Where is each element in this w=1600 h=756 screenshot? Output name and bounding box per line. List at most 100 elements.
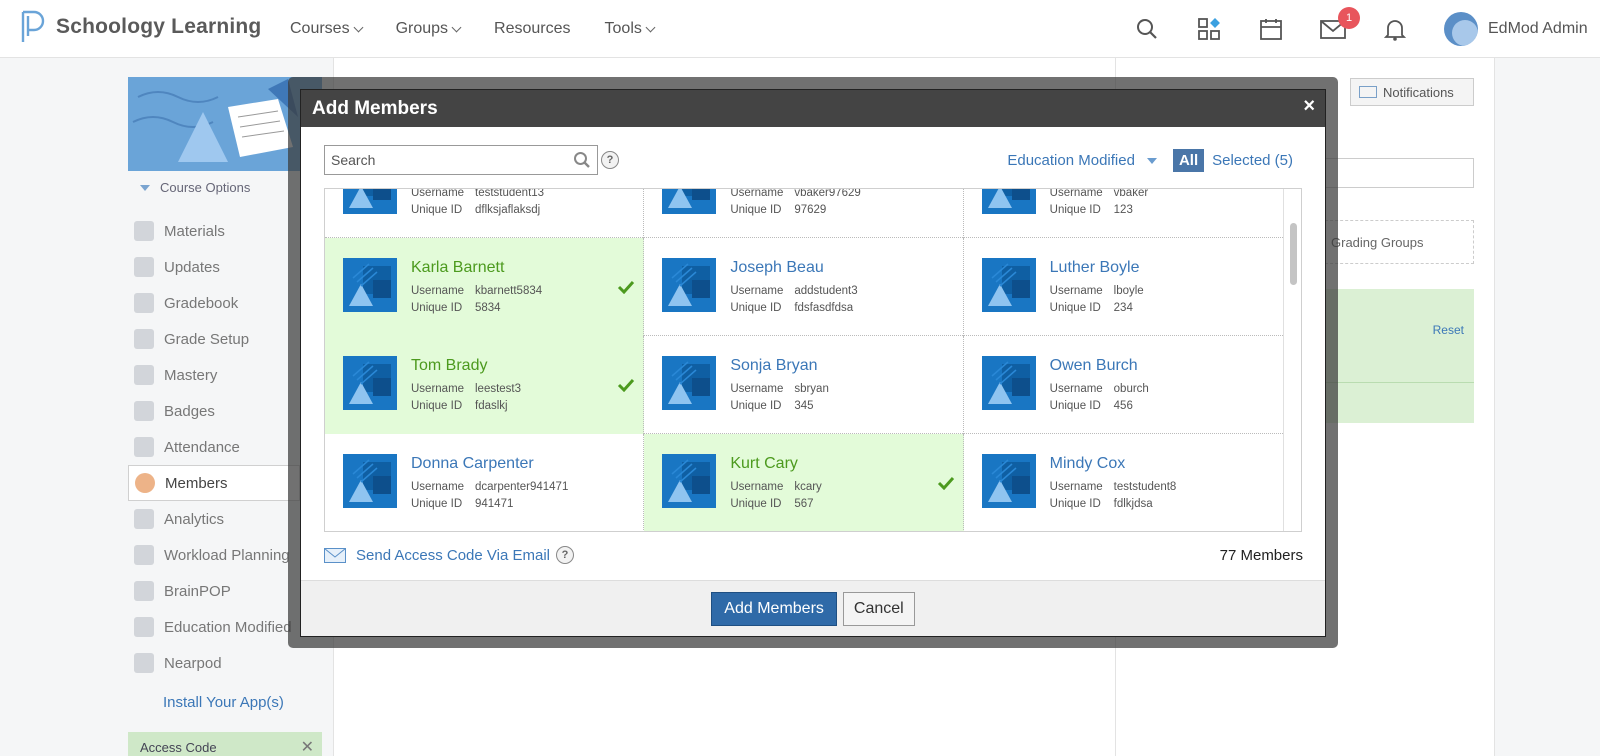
uniqueid-label: Unique ID [730,204,782,216]
course-options-toggle[interactable]: Course Options [140,180,250,195]
calendar-icon[interactable] [1258,16,1284,42]
attendance-icon [134,437,154,457]
sidebar-item-label: Workload Planning [164,546,290,564]
help-icon[interactable]: ? [601,151,619,169]
search-input[interactable]: Search [324,145,598,175]
nearpod-icon [134,653,154,673]
uniqueid-value: fdlkjdsa [1113,498,1153,510]
member-avatar [662,454,717,508]
member-unique-id: Unique ID 456 [1050,400,1133,412]
member-card[interactable]: Sonja Bryan Username sbryan Unique ID 345 [644,336,964,434]
sidebar-item-label: Nearpod [164,654,222,672]
member-card[interactable]: Karla Barnett Username kbarnett5834 Unique … [325,238,645,336]
schoology-logo-icon [20,10,48,44]
divider [1320,382,1474,383]
top-navigation: Schoology Learning Courses Groups Resour… [0,0,1600,58]
member-count: 77 Members [1219,547,1303,564]
nav-courses[interactable]: Courses [290,20,364,38]
member-username: Username sbryan [730,383,829,395]
member-username: Username kbarnett5834 [411,285,542,297]
grading-groups-box[interactable]: Grading Groups [1320,220,1474,264]
search-icon[interactable] [1134,16,1160,42]
sidebar-item-label: Materials [164,222,225,240]
uniqueid-value: 234 [1113,302,1133,314]
search-icon[interactable] [573,151,591,172]
username-label: Username [1049,188,1103,199]
reset-link[interactable]: Reset [1433,323,1464,337]
close-icon[interactable]: ✕ [301,737,314,756]
add-members-button[interactable]: Add Members [711,591,837,626]
scroll-thumb[interactable] [1290,223,1297,285]
member-card[interactable]: Kurt Cary Username kcary Unique ID 567 [644,434,964,531]
checkmark-icon [937,476,955,495]
member-unique-id: Unique ID 5834 [411,302,501,314]
nav-groups[interactable]: Groups [396,20,462,38]
nav-tools[interactable]: Tools [605,20,656,38]
member-avatar [981,258,1036,312]
member-card[interactable]: Joseph Beau Username addstudent3 Unique ID f… [644,238,964,336]
filter-all-tab[interactable]: All [1172,149,1205,172]
member-username: Username teststudent13 [411,189,544,199]
uniqueid-value: 941471 [475,498,514,510]
mastery-icon [134,365,154,385]
uniqueid-label: Unique ID [730,302,782,314]
member-row: Donna Carpenter Username dcarpenter941471 U… [325,434,1283,531]
username-label: Username [730,285,784,297]
app-logo[interactable]: Schoology Learning [20,10,261,44]
install-apps-link[interactable]: Install Your App(s) [163,694,284,711]
member-card[interactable]: Mindy Cox Username teststudent8 Unique ID fd… [964,434,1283,531]
help-icon[interactable]: ? [556,546,574,564]
member-unique-id: Unique ID 97629 [730,204,826,216]
member-avatar [343,189,397,214]
main-nav: Courses Groups Resources Tools [290,0,688,58]
mail-icon[interactable]: 1 [1320,7,1360,42]
avatar[interactable] [1444,12,1478,46]
username-label: Username [730,188,784,199]
sidebar-item-members[interactable]: Members [128,465,300,501]
uniqueid-label: Unique ID [1049,400,1101,412]
workload-icon [134,545,154,565]
app-name: Schoology Learning [56,15,262,38]
sidebar-item-label: Analytics [164,510,225,528]
member-card[interactable]: Username vbaker Unique ID 123 [964,188,1283,238]
member-card[interactable]: Luther Boyle Username lboyle Unique ID 234 [964,238,1283,336]
apps-grid-icon[interactable] [1196,16,1222,42]
grade-setup-icon [134,329,154,349]
badges-icon [134,401,154,421]
member-username: Username kcary [730,481,821,493]
uniqueid-label: Unique ID [411,400,463,412]
scrollbar[interactable] [1283,189,1301,531]
nav-courses-label: Courses [290,20,350,37]
filter-label: Education Modified [1007,152,1135,169]
member-card[interactable]: Donna Carpenter Username dcarpenter941471 U… [325,434,645,531]
member-card[interactable]: Username vbaker97629 Unique ID 97629 [644,188,964,238]
send-access-code-link[interactable]: Send Access Code Via Email ? [324,546,574,564]
member-card[interactable]: Tom Brady Username leestest3 Unique ID fdasl… [325,336,645,434]
member-card[interactable]: Username teststudent13 Unique ID dflksjafla… [325,189,645,238]
member-card[interactable]: Owen Burch Username oburch Unique ID 456 [964,336,1283,434]
sidebar-item-label: Attendance [164,438,240,456]
uniqueid-value: 456 [1113,400,1133,412]
notifications-button[interactable]: Notifications [1350,78,1474,106]
sidebar-item-nearpod[interactable]: Nearpod [128,645,328,681]
close-icon[interactable]: × [1303,95,1315,118]
member-avatar [343,356,397,410]
nav-resources[interactable]: Resources [494,20,570,38]
nav-right: 1 EdMod Admin [1134,0,1600,58]
uniqueid-value: 567 [794,498,814,510]
user-name[interactable]: EdMod Admin [1488,20,1600,38]
cancel-button[interactable]: Cancel [842,591,915,626]
member-avatar [981,356,1036,410]
username-value: leestest3 [475,383,522,395]
uniqueid-label: Unique ID [730,400,782,412]
bell-icon[interactable] [1382,16,1408,42]
username-value: lboyle [1113,285,1144,297]
sidebar-item-label: Gradebook [164,294,239,312]
member-unique-id: Unique ID 234 [1050,302,1133,314]
member-avatar [981,454,1036,508]
filter-selected-tab[interactable]: Selected (5) [1212,152,1293,169]
background-search-input[interactable] [1320,158,1474,188]
member-username: Username vbaker [1049,188,1149,199]
group-filter-dropdown[interactable]: Education Modified [1007,152,1157,169]
member-unique-id: Unique ID fdsfasdfdsa [730,302,853,314]
